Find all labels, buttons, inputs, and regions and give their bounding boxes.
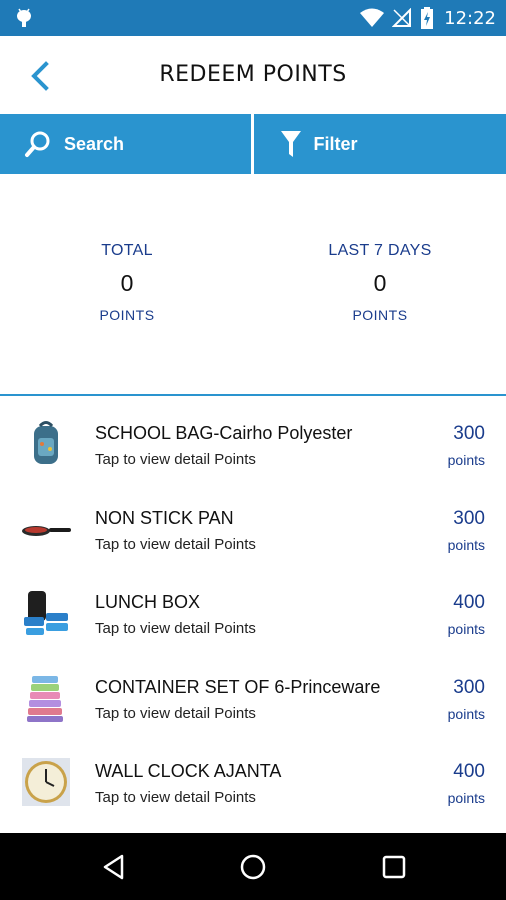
pan-image [22, 525, 71, 536]
total-value: 0 [120, 270, 134, 296]
item-name: SCHOOL BAG-Cairho Polyester [95, 423, 353, 443]
toolbar: Search Filter [0, 114, 506, 174]
item-points-unit: points [447, 621, 485, 637]
last-7-days-unit: POINTS [352, 307, 408, 323]
last-7-days-value: 0 [373, 270, 387, 296]
list-item[interactable]: WALL CLOCK AJANTA Tap to view detail Poi… [0, 736, 506, 821]
item-subtitle: Tap to view detail Points [95, 789, 256, 806]
filter-label: Filter [313, 133, 358, 154]
item-subtitle: Tap to view detail Points [95, 535, 256, 553]
item-points: 400 [453, 761, 485, 782]
item-points-unit: points [447, 452, 485, 468]
total-points-stat: TOTAL 0 POINTS [27, 242, 227, 323]
wifi-icon [360, 8, 385, 27]
total-unit: POINTS [99, 307, 155, 323]
no-sim-icon [392, 8, 412, 27]
item-subtitle: Tap to view detail Points [95, 620, 256, 637]
points-summary: TOTAL 0 POINTS LAST 7 DAYS 0 POINTS [0, 174, 506, 396]
filter-icon [280, 131, 301, 157]
list-item[interactable]: CONTAINER SET OF 6-Princeware Tap to vie… [0, 652, 506, 737]
item-name: CONTAINER SET OF 6-Princeware [95, 676, 381, 697]
battery-charging-icon [421, 7, 434, 29]
search-button[interactable]: Search [0, 114, 254, 174]
system-nav-bar [0, 833, 506, 900]
android-debug-icon [17, 8, 31, 27]
item-points: 300 [453, 423, 485, 444]
list-item[interactable]: SCHOOL BAG-Cairho Polyester Tap to view … [0, 398, 506, 483]
item-subtitle: Tap to view detail Points [95, 451, 256, 468]
wall-clock-image [22, 758, 70, 806]
item-subtitle: Tap to view detail Points [95, 704, 256, 722]
search-label: Search [64, 133, 125, 154]
item-name: NON STICK PAN [95, 507, 234, 528]
item-name: LUNCH BOX [95, 592, 201, 612]
item-points: 300 [453, 676, 485, 698]
item-points-unit: points [447, 705, 485, 722]
item-points-unit: points [447, 790, 485, 806]
item-name: WALL CLOCK AJANTA [95, 761, 282, 781]
status-bar: 12:22 [0, 0, 506, 36]
title-bar: REDEEM POINTS [0, 36, 506, 114]
reward-list: SCHOOL BAG-Cairho Polyester Tap to view … [0, 398, 506, 821]
container-set-image [27, 675, 63, 722]
search-icon [25, 131, 50, 157]
item-points: 300 [453, 507, 485, 529]
item-points-unit: points [447, 536, 485, 553]
school-bag-image [34, 421, 58, 464]
lunch-box-image [24, 591, 68, 635]
filter-button[interactable]: Filter [254, 114, 506, 174]
last-7-days-stat: LAST 7 DAYS 0 POINTS [280, 242, 480, 323]
item-points: 400 [453, 592, 485, 613]
total-label: TOTAL [101, 242, 153, 259]
last-7-days-label: LAST 7 DAYS [328, 242, 432, 259]
home-circle-icon[interactable] [239, 853, 267, 881]
recents-square-icon[interactable] [380, 853, 408, 881]
back-triangle-icon[interactable] [100, 853, 128, 881]
list-item[interactable]: NON STICK PAN Tap to view detail Points … [0, 483, 506, 568]
status-time: 12:22 [444, 7, 496, 29]
list-item[interactable]: LUNCH BOX Tap to view detail Points 400 … [0, 567, 506, 652]
page-title: REDEEM POINTS [159, 62, 347, 87]
